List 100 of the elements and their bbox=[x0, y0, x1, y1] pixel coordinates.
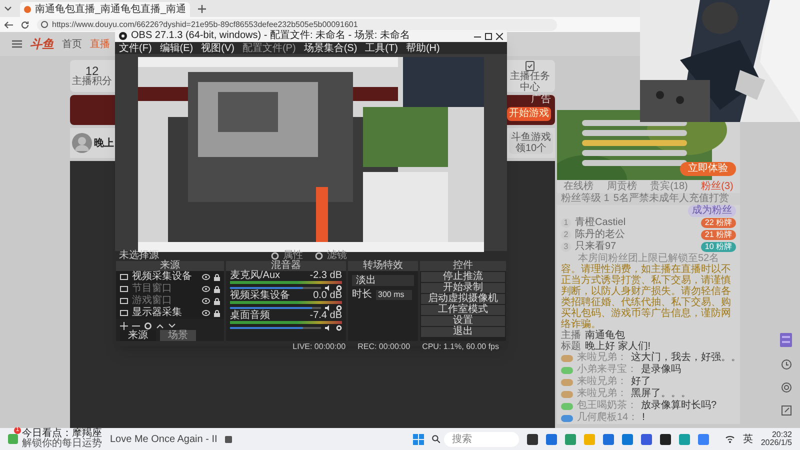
app-icon[interactable] bbox=[526, 434, 538, 444]
level-badge-icon bbox=[561, 414, 573, 422]
fan-badge: 21 粉牌 bbox=[700, 230, 736, 240]
chat-message: 黑屏了。。。 bbox=[631, 389, 691, 399]
gift-title: 斗鱼游戏 bbox=[511, 132, 551, 143]
transition-dropdown[interactable]: 淡出 bbox=[352, 275, 414, 286]
gear-icon[interactable] bbox=[336, 284, 342, 290]
gift-reward: 领10个 bbox=[515, 143, 547, 154]
lock-icon[interactable] bbox=[214, 274, 220, 280]
close-icon[interactable] bbox=[496, 32, 503, 40]
control-button[interactable]: 设置 bbox=[421, 316, 505, 326]
task-center-link[interactable]: 主播任务中心 bbox=[509, 70, 551, 92]
address-bar[interactable]: https://www.douyu.com/66226?dyshid=21e95b-89cf86553defee232b505e5b00091601 bbox=[37, 18, 557, 30]
menu-item[interactable]: 文件(F) bbox=[119, 44, 152, 54]
add-icon[interactable] bbox=[120, 322, 128, 330]
duration-field[interactable]: 300 ms bbox=[376, 290, 412, 300]
menu-item[interactable]: 视图(V) bbox=[201, 44, 234, 54]
chat-message: ! bbox=[642, 413, 645, 423]
dock-title: 混音器 bbox=[226, 261, 346, 271]
gear-icon[interactable] bbox=[336, 304, 342, 310]
channel-name: 视频采集设备 bbox=[230, 291, 290, 301]
wifi-icon[interactable] bbox=[724, 435, 735, 443]
reload-icon[interactable] bbox=[21, 20, 29, 28]
eye-icon[interactable] bbox=[202, 310, 210, 316]
rank-number: 1 bbox=[561, 218, 571, 228]
lock-icon[interactable] bbox=[214, 310, 220, 316]
info-label: 主播 bbox=[561, 330, 581, 340]
info-label: 标题 bbox=[561, 342, 581, 352]
control-button[interactable]: 工作室模式 bbox=[421, 305, 505, 315]
history-icon[interactable] bbox=[781, 359, 792, 370]
toolbar-button[interactable]: 滤镜 bbox=[315, 251, 347, 261]
control-button[interactable]: 启动虚拟摄像机 bbox=[421, 294, 505, 304]
channel-reading: -2.3 dB bbox=[310, 271, 342, 281]
media-close-icon[interactable] bbox=[225, 436, 232, 442]
new-tab-icon[interactable] bbox=[198, 4, 206, 12]
dock-tab[interactable]: 来源 bbox=[120, 330, 156, 341]
edit-icon[interactable] bbox=[781, 405, 792, 416]
control-button[interactable]: 开始录制 bbox=[421, 283, 505, 293]
duration-label: 时长 bbox=[352, 290, 372, 300]
minor-notice: 5名严禁未成年人充值打赏 bbox=[613, 194, 729, 204]
toolbar-button[interactable]: 属性 bbox=[271, 251, 303, 261]
app-icon[interactable] bbox=[660, 434, 671, 444]
maximize-icon[interactable] bbox=[485, 32, 492, 40]
start-icon[interactable] bbox=[412, 434, 424, 444]
menu-item[interactable]: 场景集合(S) bbox=[304, 44, 358, 54]
target-icon[interactable] bbox=[781, 382, 792, 393]
gear-icon[interactable] bbox=[144, 322, 152, 330]
search-icon bbox=[432, 435, 440, 443]
clock-date[interactable]: 2026/1/5 bbox=[760, 439, 792, 447]
level-badge-icon bbox=[561, 366, 573, 374]
fan-name: 只来看97 bbox=[575, 242, 618, 252]
fan-name: 青橙Castiel bbox=[575, 218, 627, 228]
chat-message: 好了 bbox=[631, 377, 651, 387]
news-subtitle: 解锁你的每日运势 bbox=[22, 439, 102, 449]
menu-icon[interactable] bbox=[12, 40, 22, 48]
menu-item[interactable]: 帮助(H) bbox=[406, 44, 440, 54]
gear-icon[interactable] bbox=[336, 324, 342, 330]
source-item[interactable]: 视频采集设备 bbox=[116, 271, 224, 283]
site-icon bbox=[24, 6, 31, 13]
notice-text: 容。请理性消费，如主播在直播时以不正当方式诱导打赏、私下交易，请谨慎判断，以防人身财产损失。请勿轻信各类招聘征婚、代练代抽、私下交易、购买礼包码、游戏币等广告信息，谨防网络诈骗。 bbox=[560, 264, 732, 330]
dock-title: 转场特效 bbox=[348, 261, 418, 271]
back-icon[interactable] bbox=[4, 20, 13, 28]
nav-link[interactable]: 首页 bbox=[62, 36, 82, 52]
selected-source-label: 未选择源 bbox=[119, 251, 160, 261]
down-icon[interactable] bbox=[168, 322, 176, 330]
fan-limit-note: 本房间粉丝团上限已解锁至52名 bbox=[576, 253, 720, 264]
score-label: 主播积分 bbox=[72, 77, 112, 87]
news-title[interactable]: 今日看点：摩羯座 bbox=[22, 429, 102, 439]
clock-time[interactable]: 20:32 bbox=[772, 431, 792, 439]
fan-level: 粉丝等级 1 bbox=[561, 194, 610, 204]
menu-item[interactable]: 工具(T) bbox=[365, 44, 398, 54]
info-value: 南通龟包 bbox=[585, 330, 625, 340]
fan-name: 陈丹的老公 bbox=[575, 230, 626, 240]
info-icon bbox=[41, 21, 48, 28]
chat-message: 放录像算时长吗? bbox=[641, 401, 717, 411]
browser-tab[interactable]: 南通龟包直播_南通龟包直播_南通 bbox=[20, 2, 190, 17]
gear-icon bbox=[271, 252, 279, 260]
dock-title: 来源 bbox=[116, 261, 224, 271]
channel-reading: -7.4 dB bbox=[310, 311, 342, 321]
level-badge-icon bbox=[561, 354, 573, 362]
search-field[interactable]: 搜索 bbox=[444, 432, 519, 446]
level-badge-icon bbox=[561, 390, 573, 398]
control-button[interactable]: 退出 bbox=[421, 327, 505, 337]
avatar-icon bbox=[72, 133, 92, 153]
channel-name: 麦克风/Aux bbox=[230, 271, 280, 281]
eye-icon[interactable] bbox=[202, 274, 210, 280]
cpu-status: CPU: 1.1%, 60.00 fps bbox=[422, 341, 499, 353]
input-method[interactable]: 英 bbox=[742, 432, 753, 446]
weather-icon bbox=[8, 434, 18, 444]
media-title[interactable]: Love Me Once Again - II bbox=[110, 432, 218, 446]
game-gift-badge[interactable]: 斗鱼游戏 领10个 bbox=[509, 132, 553, 154]
channel-reading: 0.0 dB bbox=[313, 291, 342, 301]
menu-item[interactable]: 编辑(E) bbox=[160, 44, 194, 54]
source-item[interactable]: 显示器采集 bbox=[116, 307, 224, 319]
tab-list-icon[interactable] bbox=[4, 6, 12, 12]
channel-name: 桌面音频 bbox=[230, 311, 270, 321]
dock-tab[interactable]: 场景 bbox=[160, 330, 196, 341]
control-button[interactable]: 停止推流 bbox=[421, 272, 505, 282]
rank-number: 3 bbox=[561, 242, 571, 252]
up-icon[interactable] bbox=[156, 322, 164, 330]
